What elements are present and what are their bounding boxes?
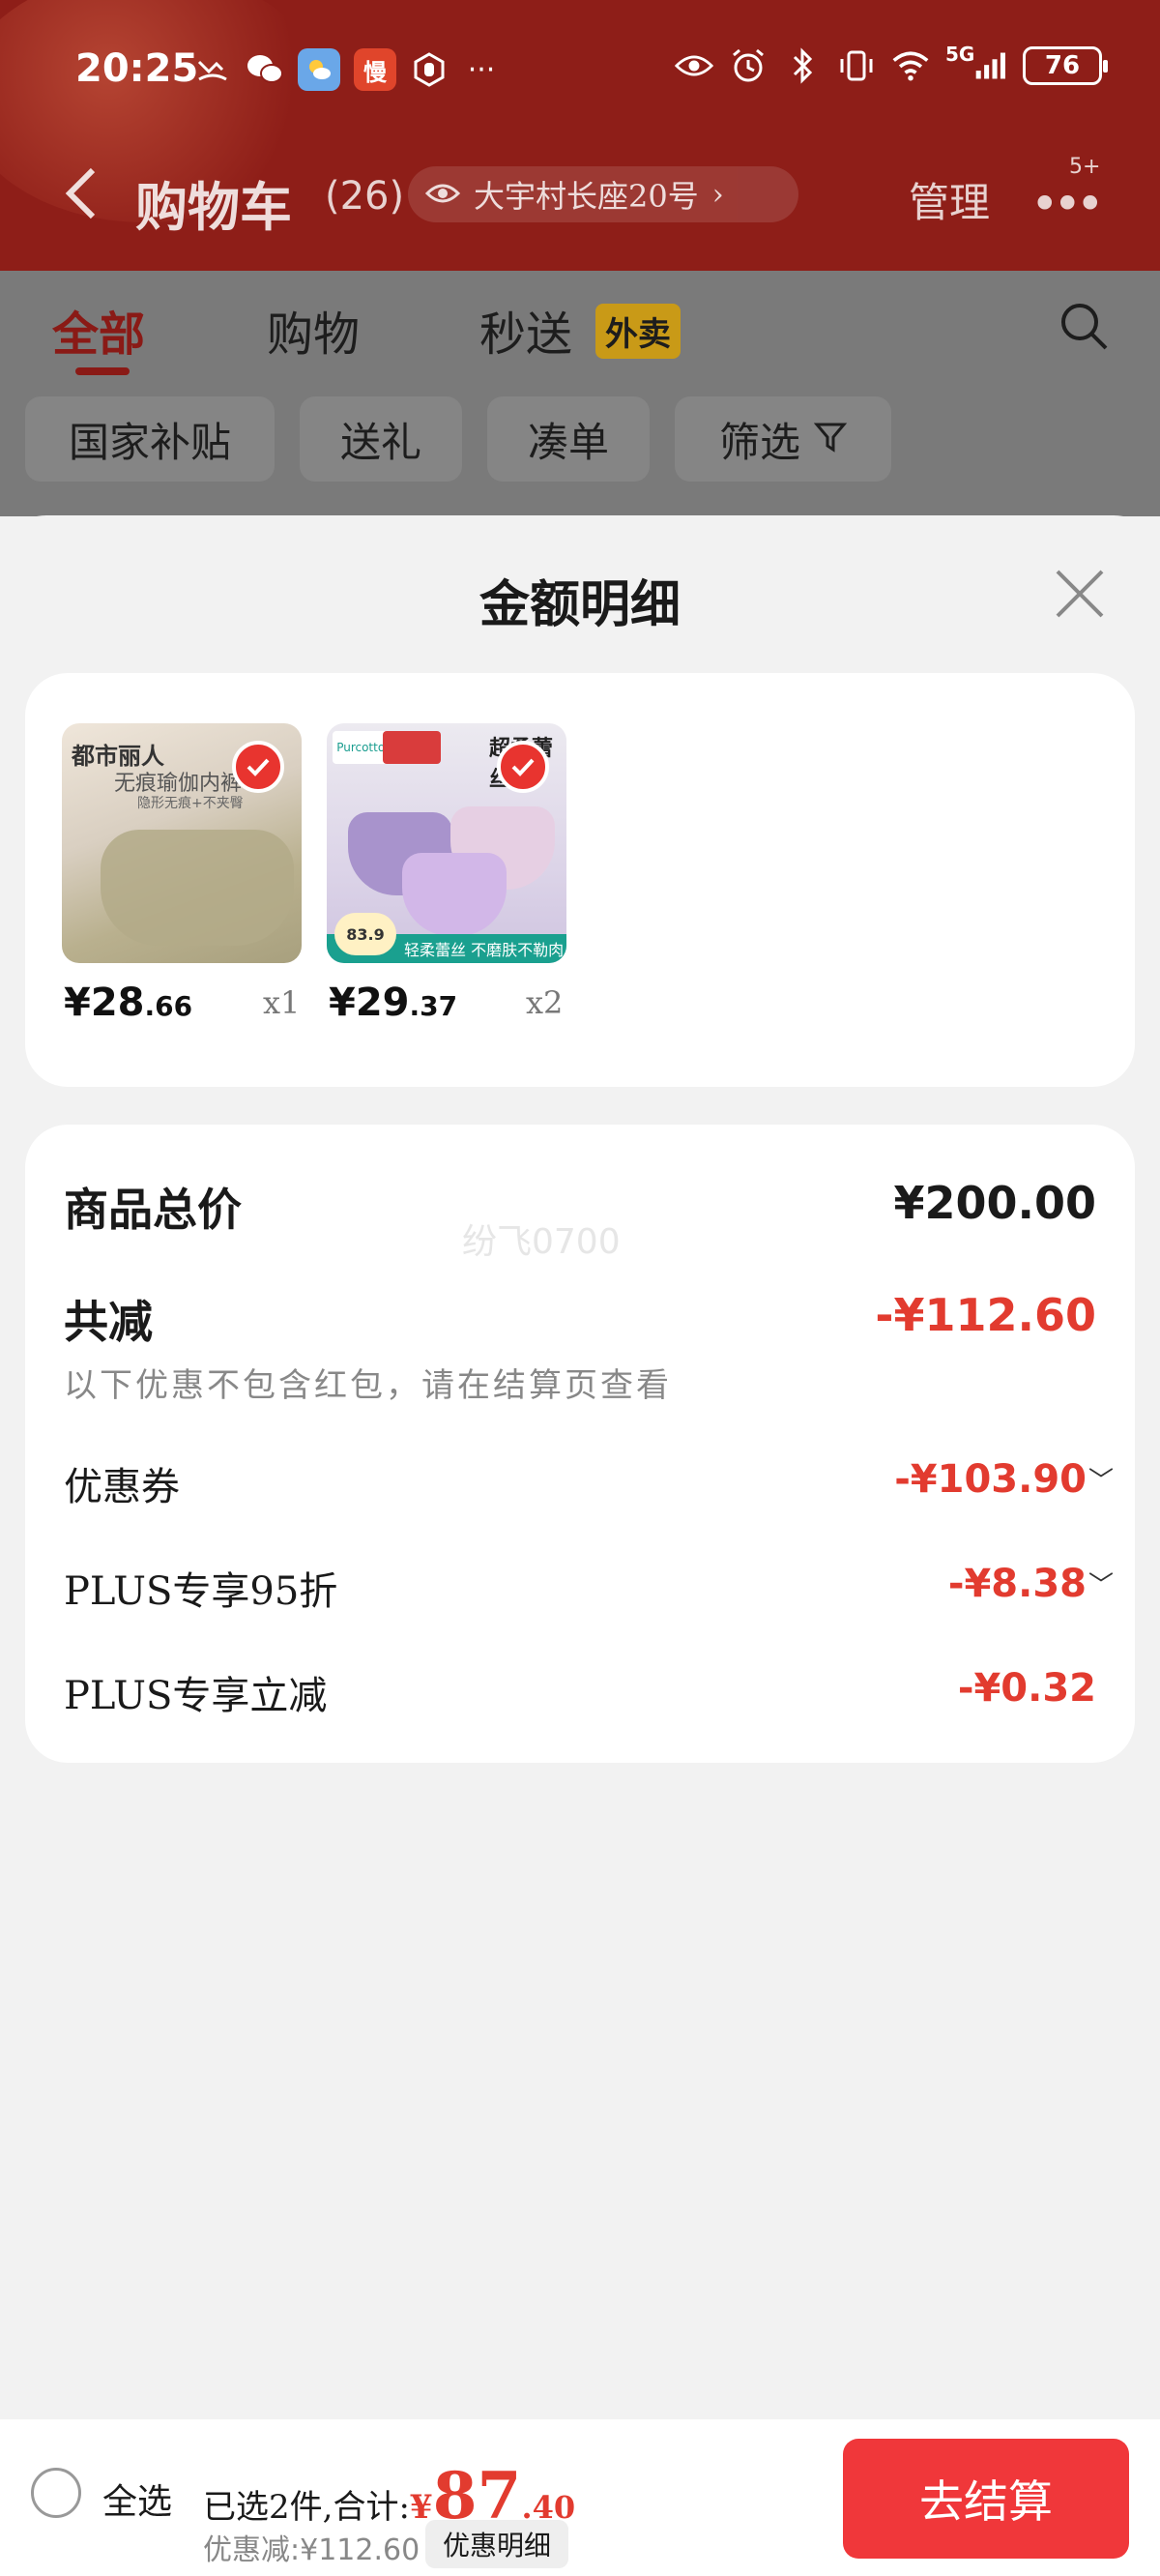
tab-underline — [75, 367, 130, 375]
price-dec: .66 — [144, 990, 193, 1022]
product-shape — [101, 830, 294, 946]
product-card: 都市丽人 无痕瑜伽内裤 隐形无痕+不夹臀 ¥28.66 x1 Purcotton… — [25, 673, 1135, 1087]
chip-label: 国家补贴 — [68, 418, 231, 466]
product-qty: x2 — [526, 984, 564, 1021]
address-pill[interactable]: 大宇村长座20号 › — [408, 166, 798, 222]
plus-reduce-value: -¥0.32 — [957, 1666, 1096, 1711]
watermark: 纷飞0700 — [462, 1222, 621, 1262]
summary-card: 纷飞0700 商品总价 ¥200.00 共减 -¥112.60 以下优惠不包含红… — [25, 1125, 1135, 1763]
reduce-label: 共减 — [64, 1296, 153, 1348]
product-subcaption: 隐形无痕+不夹臀 — [137, 796, 244, 811]
cart-count: (26) — [325, 174, 405, 219]
product-image[interactable]: 都市丽人 无痕瑜伽内裤 隐形无痕+不夹臀 — [62, 723, 302, 963]
sheet-title: 金额明细 — [478, 575, 681, 634]
more-icon[interactable]: ••• — [1030, 176, 1105, 232]
plus-discount-value: -¥8.38 — [947, 1562, 1087, 1606]
plus-discount-label: PLUS专享95折 — [64, 1569, 338, 1614]
total-label: 商品总价 — [64, 1184, 242, 1236]
checkout-bar: 全选 已选2件,合计: ¥ 87 .40 优惠减:¥112.60 优惠明细 去结… — [0, 2419, 1160, 2576]
price-int: ¥28 — [64, 981, 145, 1025]
price-int: ¥29 — [329, 981, 410, 1025]
checkmark-icon — [232, 741, 284, 793]
total-int: 87 — [432, 2458, 522, 2533]
price-dec: .37 — [409, 990, 458, 1022]
total-summary: 已选2件,合计: ¥ 87 .40 — [203, 2464, 575, 2528]
plus-reduce-label: PLUS专享立减 — [64, 1674, 328, 1718]
status-time: 20:25 — [75, 46, 199, 91]
coupon-value: -¥103.90 — [894, 1457, 1087, 1502]
eye-icon — [675, 46, 713, 85]
chip-filter[interactable]: 筛选 — [675, 396, 891, 482]
coupon-label: 优惠券 — [64, 1465, 180, 1509]
checkout-button[interactable]: 去结算 — [843, 2439, 1129, 2559]
product-image[interactable]: Purcotton 超柔蕾丝 轻柔蕾丝 不磨肤不勒肉 83.9 — [327, 723, 566, 963]
wifi-icon — [891, 46, 930, 85]
close-icon[interactable] — [1052, 566, 1108, 622]
battery-indicator: 76 — [1023, 46, 1108, 85]
manage-button[interactable]: 管理 — [909, 170, 990, 229]
checkmark-icon — [497, 741, 549, 793]
eye-icon — [424, 175, 461, 214]
chip-national-subsidy[interactable]: 国家补贴 — [25, 396, 275, 482]
status-bar: 20:25 慢 ··· 5G 76 — [0, 35, 1160, 104]
more-dots-icon: ··· — [467, 52, 496, 87]
weather-icon — [298, 48, 340, 91]
product-shape — [402, 853, 507, 936]
hand-icon — [410, 50, 449, 89]
discount-summary: 优惠减:¥112.60 — [203, 2533, 420, 2567]
product-qty: x1 — [263, 984, 301, 1021]
tab-instant[interactable]: 秒送 — [479, 296, 572, 364]
top-header: 20:25 慢 ··· 5G 76 购物车 (26) 大宇村长座20号 › 管理… — [0, 0, 1160, 271]
tab-shopping[interactable]: 购物 — [267, 296, 360, 364]
select-all-label[interactable]: 全选 — [102, 2474, 172, 2524]
bluetooth-icon — [783, 46, 822, 85]
missed-call-icon — [193, 50, 232, 89]
chevron-down-icon: ﹀ — [1088, 1571, 1114, 1600]
tab-all[interactable]: 全部 — [52, 296, 145, 364]
nav-row: 购物车 (26) 大宇村长座20号 › 管理 ••• 5+ — [0, 155, 1160, 238]
more-badge: 5+ — [1069, 155, 1101, 179]
filter-icon — [813, 416, 848, 463]
waimai-tag: 外卖 — [595, 304, 681, 359]
signal-icon: 5G — [945, 43, 1007, 85]
vibrate-icon — [837, 46, 876, 85]
reduce-value: -¥112.60 — [875, 1289, 1096, 1341]
amount-detail-sheet: 金额明细 都市丽人 无痕瑜伽内裤 隐形无痕+不夹臀 ¥28.66 x1 Purc… — [0, 515, 1160, 2576]
selected-text: 已选2件,合计: — [203, 2488, 410, 2527]
discount-detail-button[interactable]: 优惠明细 — [425, 2520, 569, 2568]
tabs-area: 全部 购物 秒送 外卖 国家补贴 送礼 凑单 筛选 — [0, 271, 1160, 516]
chip-gift[interactable]: 送礼 — [300, 396, 462, 482]
chevron-right-icon: › — [711, 177, 724, 212]
product-tag — [383, 731, 441, 764]
total-value: ¥200.00 — [893, 1177, 1096, 1229]
select-all-radio[interactable] — [31, 2468, 81, 2518]
discount-note: 以下优惠不包含红包，请在结算页查看 — [64, 1366, 672, 1405]
chip-label: 凑单 — [527, 418, 609, 466]
chip-label: 筛选 — [718, 418, 800, 466]
product-price: ¥28.66 — [64, 981, 192, 1025]
back-arrow-icon[interactable] — [58, 164, 106, 222]
chip-label: 送礼 — [339, 418, 421, 466]
search-icon[interactable] — [1058, 300, 1110, 352]
chip-bundle[interactable]: 凑单 — [487, 396, 650, 482]
app-man-icon: 慢 — [354, 48, 396, 91]
product-price-bubble: 83.9 — [334, 913, 396, 955]
network-label: 5G — [945, 43, 975, 66]
alarm-icon — [729, 46, 768, 85]
page-title: 购物车 — [135, 176, 292, 238]
product-price: ¥29.37 — [329, 981, 457, 1025]
address-text: 大宇村长座20号 — [474, 178, 699, 215]
chevron-down-icon: ﹀ — [1088, 1467, 1114, 1496]
wechat-icon — [246, 50, 284, 89]
